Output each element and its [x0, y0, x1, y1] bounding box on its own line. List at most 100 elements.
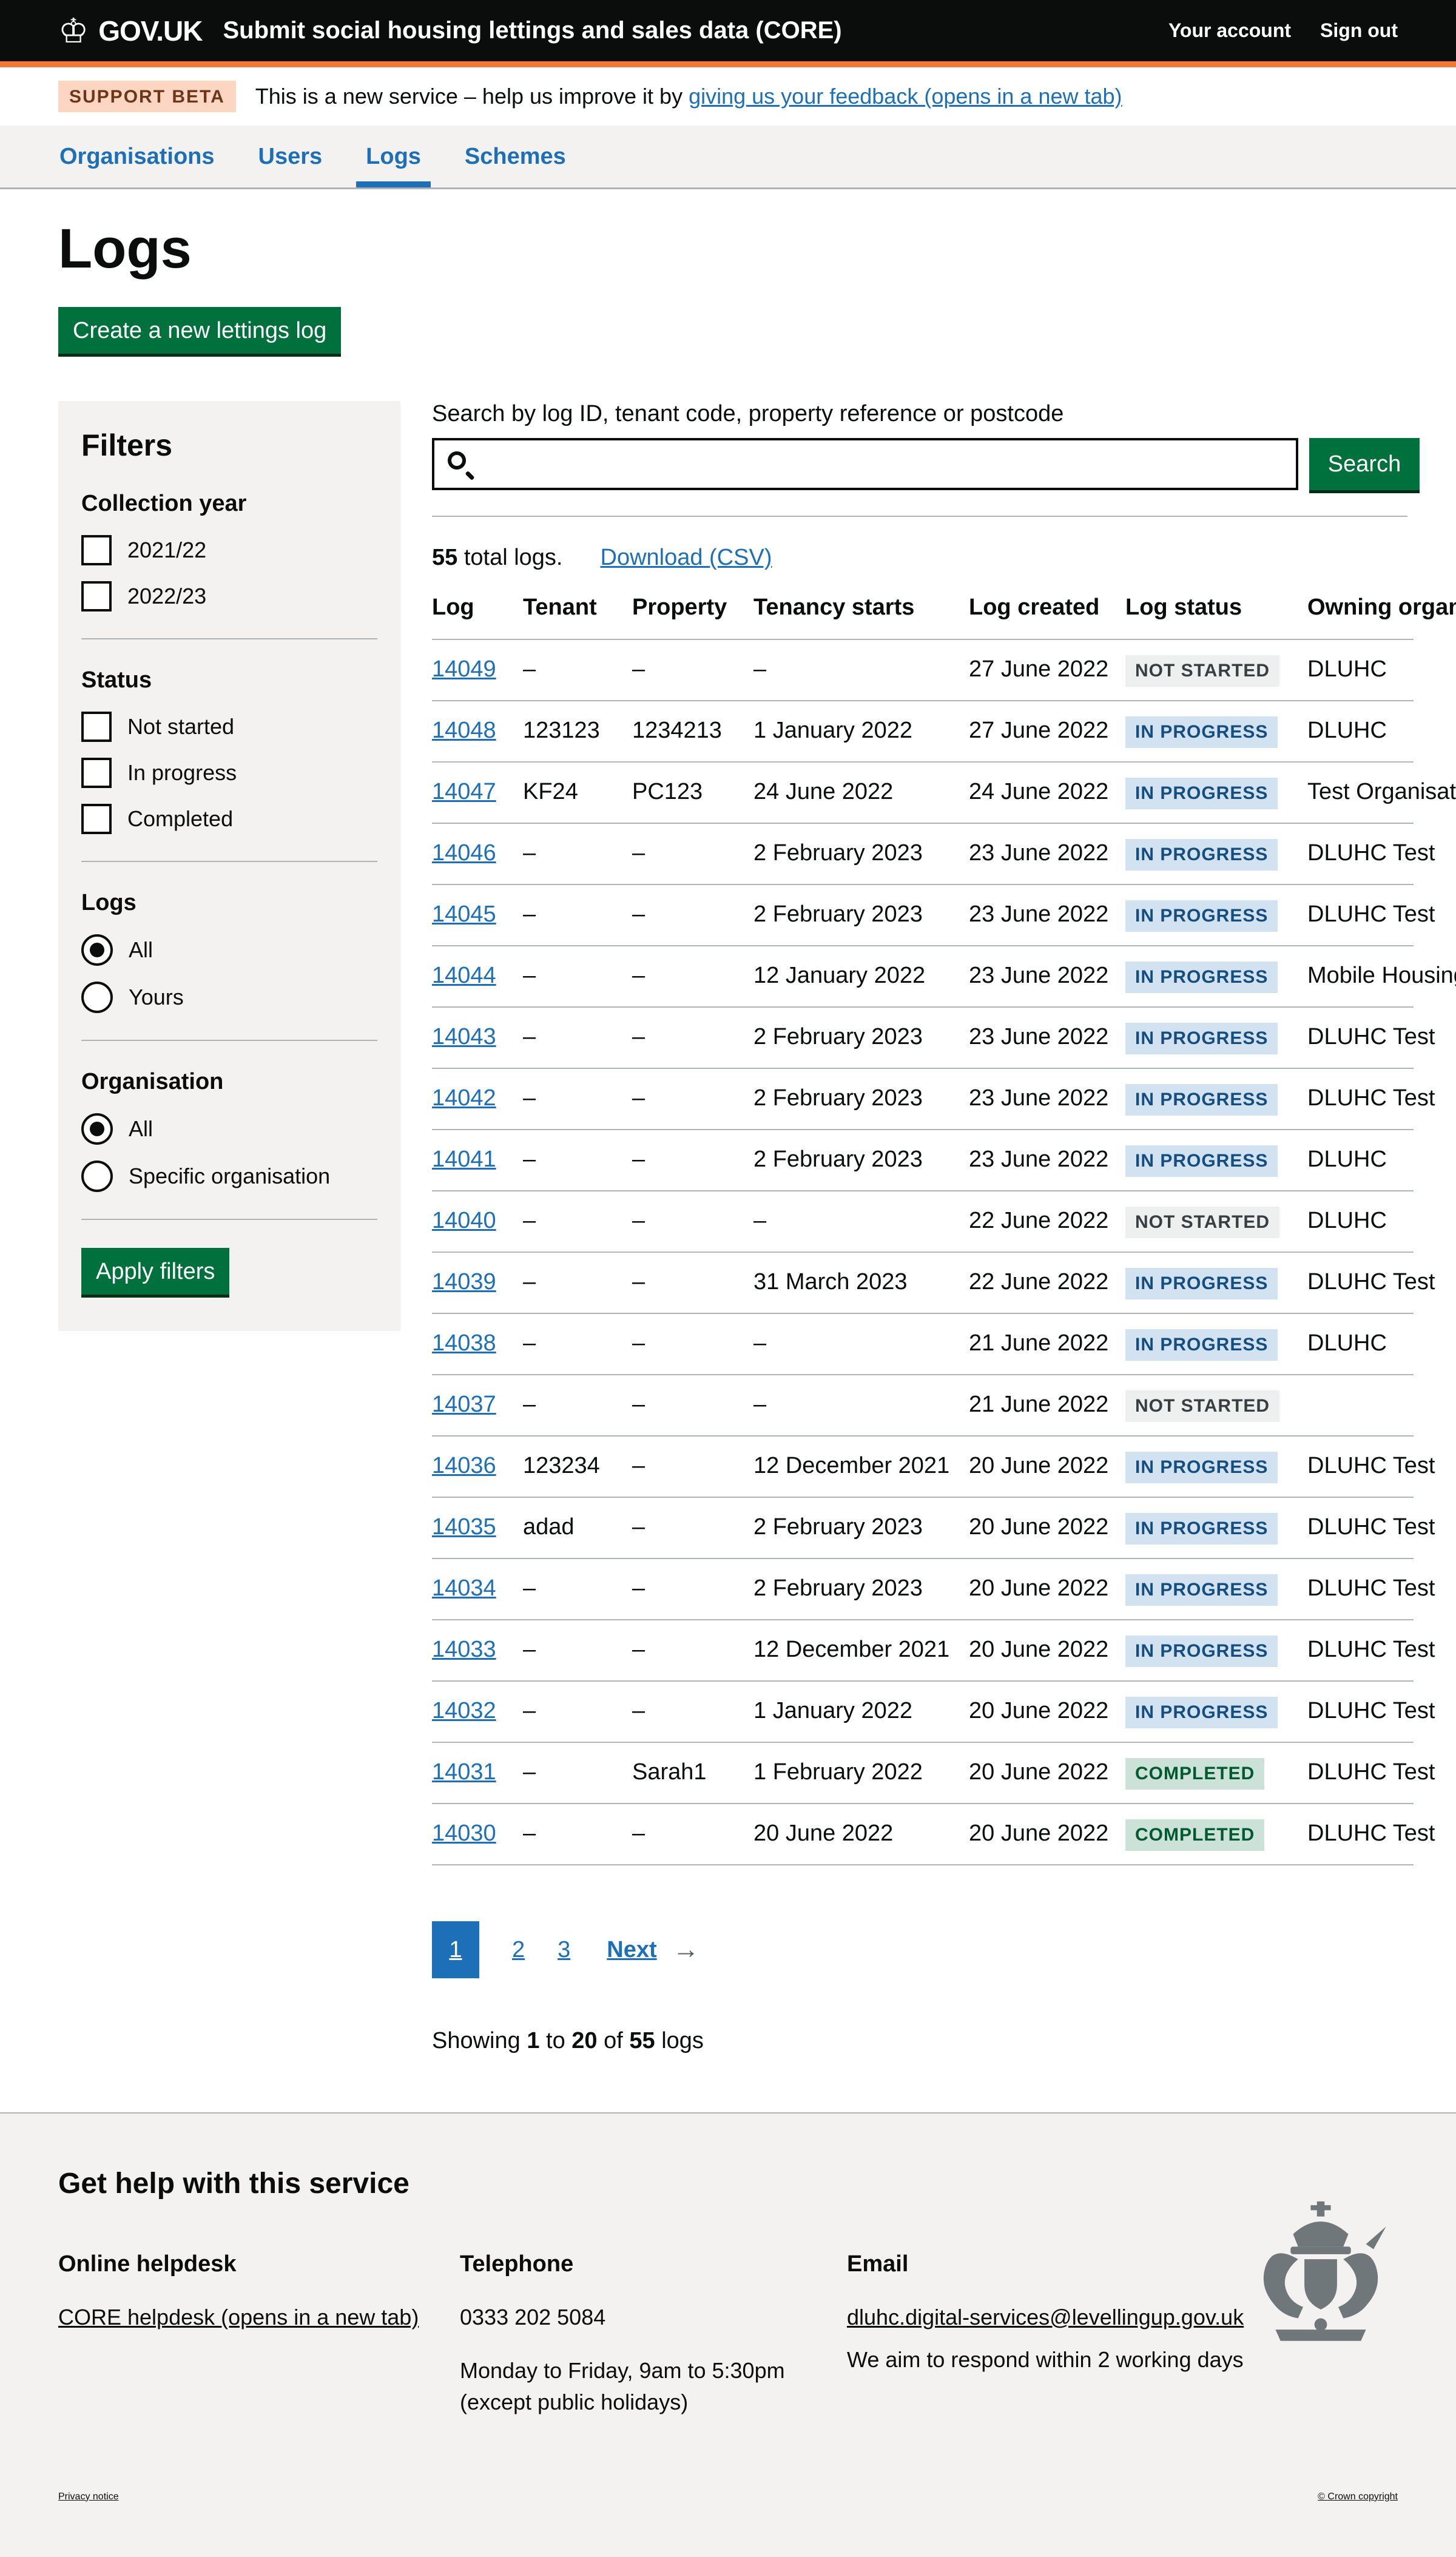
- feedback-link[interactable]: giving us your feedback (opens in a new …: [689, 84, 1122, 109]
- tenancy-starts-cell: 2 February 2023: [753, 823, 969, 884]
- govuk-logo[interactable]: ♔ GOV.UK Submit social housing lettings …: [58, 14, 842, 48]
- core-helpdesk-link[interactable]: CORE helpdesk (opens in a new tab): [58, 2305, 419, 2330]
- collection-year-label: Collection year: [81, 491, 377, 517]
- pagination-next-link[interactable]: Next: [607, 1937, 656, 1963]
- radio-logs-all[interactable]: All: [81, 934, 377, 966]
- tenant-cell: –: [523, 1191, 632, 1252]
- owning-organisation-cell: DLUHC: [1307, 1191, 1414, 1252]
- log-id-link[interactable]: 14041: [432, 1147, 496, 1172]
- footer-title: Get help with this service: [58, 2167, 1398, 2200]
- log-status-cell: IN PROGRESS: [1125, 1252, 1307, 1313]
- property-cell: –: [632, 1620, 753, 1681]
- checkbox-input[interactable]: [81, 758, 112, 788]
- log-status-cell: IN PROGRESS: [1125, 1313, 1307, 1375]
- tenant-cell: –: [523, 1130, 632, 1191]
- checkbox-input[interactable]: [81, 804, 112, 834]
- radio-input[interactable]: [81, 982, 113, 1013]
- download-csv-link[interactable]: Download (CSV): [601, 545, 772, 571]
- checkbox-in-progress[interactable]: In progress: [81, 758, 377, 788]
- log-status-cell: COMPLETED: [1125, 1804, 1307, 1865]
- log-id-link[interactable]: 14038: [432, 1330, 496, 1356]
- log-id-link[interactable]: 14035: [432, 1514, 496, 1540]
- checkbox-2021-22[interactable]: 2021/22: [81, 535, 377, 565]
- log-id-link[interactable]: 14031: [432, 1759, 496, 1785]
- radio-input[interactable]: [81, 934, 113, 966]
- owning-organisation-cell: DLUHC: [1307, 1130, 1414, 1191]
- tenancy-starts-cell: 1 January 2022: [753, 1681, 969, 1742]
- checkbox-2022-23[interactable]: 2022/23: [81, 581, 377, 611]
- nav-item-users[interactable]: Users: [249, 126, 332, 187]
- log-id-link[interactable]: 14049: [432, 656, 496, 682]
- tenancy-starts-cell: 1 January 2022: [753, 701, 969, 762]
- checkbox-input[interactable]: [81, 581, 112, 611]
- log-status-cell: IN PROGRESS: [1125, 1620, 1307, 1681]
- royal-coat-of-arms-icon: [1233, 2198, 1409, 2353]
- log-id-link[interactable]: 14042: [432, 1085, 496, 1111]
- property-cell: –: [632, 1375, 753, 1436]
- owning-organisation-cell: DLUHC: [1307, 1313, 1414, 1375]
- pagination-current-page[interactable]: 1: [432, 1921, 479, 1978]
- log-id-link[interactable]: 14037: [432, 1392, 496, 1417]
- log-status-cell: IN PROGRESS: [1125, 1007, 1307, 1068]
- log-id-link[interactable]: 14046: [432, 840, 496, 866]
- radio-logs-yours[interactable]: Yours: [81, 982, 377, 1013]
- owning-organisation-cell: DLUHC Test: [1307, 1742, 1414, 1804]
- crown-copyright-link[interactable]: © Crown copyright: [1318, 2491, 1398, 2502]
- pagination-page-2[interactable]: 2: [512, 1937, 525, 1963]
- log-id-link[interactable]: 14036: [432, 1453, 496, 1478]
- log-id-link[interactable]: 14047: [432, 779, 496, 804]
- log-status-cell: COMPLETED: [1125, 1742, 1307, 1804]
- log-created-cell: 21 June 2022: [969, 1375, 1125, 1436]
- log-id-link[interactable]: 14045: [432, 901, 496, 927]
- owning-organisation-cell: DLUHC Test: [1307, 1007, 1414, 1068]
- tenancy-starts-cell: 1 February 2022: [753, 1742, 969, 1804]
- service-name[interactable]: Submit social housing lettings and sales…: [223, 17, 841, 44]
- checkbox-input[interactable]: [81, 712, 112, 742]
- nav-item-organisations[interactable]: Organisations: [50, 126, 224, 187]
- page-title: Logs: [58, 221, 1456, 277]
- owning-organisation-cell: DLUHC Test: [1307, 1436, 1414, 1497]
- total-logs-count: 55: [432, 545, 457, 570]
- log-id-cell: 14037: [432, 1375, 523, 1436]
- log-id-link[interactable]: 14033: [432, 1637, 496, 1662]
- owning-organisation-cell: DLUHC: [1307, 701, 1414, 762]
- sign-out-link[interactable]: Sign out: [1320, 19, 1398, 42]
- log-id-cell: 14041: [432, 1130, 523, 1191]
- apply-filters-button[interactable]: Apply filters: [81, 1248, 229, 1295]
- search-button[interactable]: Search: [1309, 438, 1420, 490]
- radio-input[interactable]: [81, 1161, 113, 1192]
- radio-input[interactable]: [81, 1113, 113, 1145]
- log-id-cell: 14040: [432, 1191, 523, 1252]
- log-id-link[interactable]: 14043: [432, 1024, 496, 1049]
- log-id-link[interactable]: 14032: [432, 1698, 496, 1723]
- status-badge: COMPLETED: [1125, 1819, 1264, 1851]
- log-id-link[interactable]: 14044: [432, 963, 496, 988]
- filters-title: Filters: [81, 428, 377, 463]
- log-id-link[interactable]: 14034: [432, 1575, 496, 1601]
- checkbox-completed[interactable]: Completed: [81, 804, 377, 834]
- tenancy-starts-cell: –: [753, 639, 969, 701]
- nav-item-schemes[interactable]: Schemes: [455, 126, 576, 187]
- checkbox-not-started[interactable]: Not started: [81, 712, 377, 742]
- email-link[interactable]: dluhc.digital-services@levellingup.gov.u…: [847, 2305, 1244, 2330]
- log-id-link[interactable]: 14030: [432, 1821, 496, 1846]
- your-account-link[interactable]: Your account: [1168, 19, 1291, 42]
- create-lettings-log-button[interactable]: Create a new lettings log: [58, 307, 341, 354]
- filter-divider: [81, 1219, 377, 1220]
- search-input[interactable]: [432, 438, 1298, 490]
- log-id-link[interactable]: 14039: [432, 1269, 496, 1295]
- log-id-link[interactable]: 14040: [432, 1208, 496, 1233]
- table-row: 14036 123234 – 12 December 2021 20 June …: [432, 1436, 1414, 1497]
- radio-organisation-all[interactable]: All: [81, 1113, 377, 1145]
- nav-item-logs[interactable]: Logs: [356, 126, 431, 187]
- tenancy-starts-cell: 2 February 2023: [753, 884, 969, 946]
- checkbox-input[interactable]: [81, 535, 112, 565]
- pagination-page-3[interactable]: 3: [558, 1937, 570, 1963]
- property-cell: –: [632, 639, 753, 701]
- log-id-link[interactable]: 14048: [432, 718, 496, 743]
- footer-helpdesk-section: Online helpdesk CORE helpdesk (opens in …: [58, 2251, 460, 2419]
- radio-specific-organisation[interactable]: Specific organisation: [81, 1161, 377, 1192]
- tenant-cell: –: [523, 1375, 632, 1436]
- tenant-cell: –: [523, 1007, 632, 1068]
- privacy-notice-link[interactable]: Privacy notice: [58, 2491, 119, 2502]
